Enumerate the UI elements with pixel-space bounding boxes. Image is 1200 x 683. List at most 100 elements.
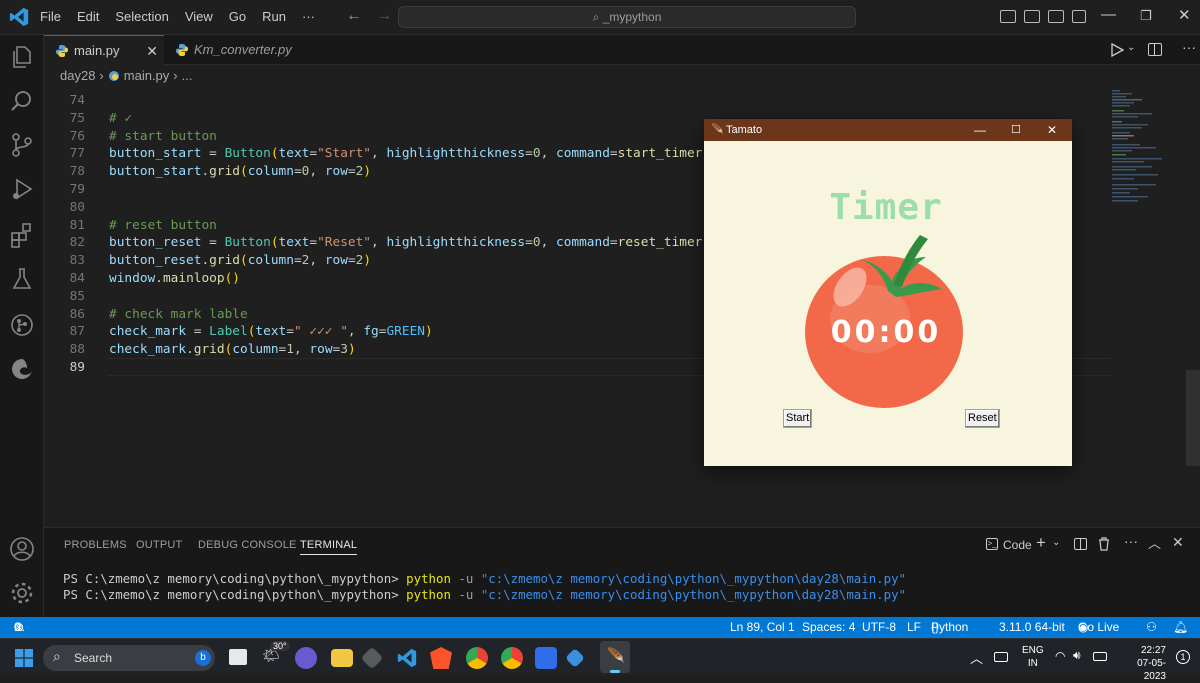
menu-run[interactable]: Run <box>262 9 286 24</box>
indentation-status[interactable]: Spaces: 4 <box>802 617 855 638</box>
windows-start-icon[interactable] <box>15 649 33 667</box>
teams-chat-icon[interactable] <box>295 647 317 669</box>
search-icon: ⌕ <box>53 648 61 664</box>
tab-terminal[interactable]: TERMINAL <box>300 539 358 555</box>
tk-minimize-icon[interactable]: — <box>974 119 986 141</box>
battery-icon[interactable] <box>1093 652 1107 661</box>
run-python-file-icon[interactable] <box>1110 43 1124 57</box>
close-tab-icon[interactable]: ✕ <box>146 36 158 66</box>
source-control-icon[interactable] <box>8 131 36 159</box>
search-text: _mypython <box>602 10 662 24</box>
keyboard-icon[interactable] <box>994 652 1008 662</box>
timer-display: 00:00 <box>830 315 942 350</box>
language-indicator[interactable]: ENG IN <box>1022 644 1044 670</box>
editor-scrollbar[interactable] <box>1186 370 1200 466</box>
testing-flask-icon[interactable] <box>8 265 36 293</box>
account-icon[interactable] <box>8 535 36 563</box>
encoding-status[interactable]: UTF-8 <box>862 617 896 638</box>
menu-more[interactable]: ··· <box>302 9 315 24</box>
terminal-dropdown-chevron-icon[interactable]: ⌄ <box>1052 537 1060 548</box>
chrome-profile-icon[interactable] <box>501 647 523 669</box>
minimize-icon[interactable]: — <box>1101 6 1116 23</box>
notification-badge[interactable]: 1 <box>1176 650 1190 664</box>
start-button[interactable]: Start <box>783 409 813 428</box>
tab-debug-console[interactable]: DEBUG CONSOLE <box>198 539 297 551</box>
reset-button[interactable]: Reset <box>965 409 1000 428</box>
explorer-icon[interactable] <box>8 43 36 71</box>
cursor-position[interactable]: Ln 89, Col 1 <box>730 617 795 638</box>
menu-selection[interactable]: Selection <box>115 9 168 24</box>
terminal-instance-label[interactable]: Code <box>1003 538 1032 552</box>
notifications-bell-icon[interactable]: 🔔︎ <box>1173 617 1188 638</box>
tk-maximize-icon[interactable]: ☐ <box>1011 119 1021 141</box>
tk-close-icon[interactable]: ✕ <box>1047 119 1057 141</box>
forward-arrow-icon[interactable]: → <box>376 7 392 25</box>
interpreter-status[interactable]: 3.11.0 64-bit <box>999 617 1065 638</box>
wifi-icon[interactable]: ◠ <box>1055 649 1065 663</box>
weather-widget[interactable]: 🌤︎ 30° <box>262 641 290 665</box>
breadcrumb-folder[interactable]: day28 <box>60 68 95 83</box>
volume-icon[interactable]: 🔊︎ <box>1073 648 1081 663</box>
tab-problems[interactable]: PROBLEMS <box>64 539 127 551</box>
toggle-primary-sidebar-icon[interactable] <box>1000 10 1016 23</box>
customize-layout-icon[interactable] <box>1072 10 1086 23</box>
clock[interactable]: 22:27 07-05-2023 <box>1116 644 1166 683</box>
show-hidden-icons-chevron-icon[interactable]: ︿ <box>970 648 983 667</box>
bing-icon: b <box>195 650 211 666</box>
tab-km-converter-py[interactable]: Km_converter.py <box>164 35 314 65</box>
command-center-search[interactable]: ⌕ _mypython <box>398 6 856 28</box>
file-explorer-icon[interactable] <box>331 649 353 667</box>
tk-taskbar-button[interactable]: 🪶 <box>600 641 630 673</box>
weather-temp: 30° <box>270 641 290 651</box>
python-file-icon <box>56 45 68 57</box>
eol-status[interactable]: LF <box>907 617 921 638</box>
terminal-line[interactable]: PS C:\zmemo\z memory\coding\python\_mypy… <box>63 587 906 602</box>
trash-icon[interactable] <box>1098 537 1110 551</box>
settings-gear-icon[interactable] <box>8 579 36 607</box>
tab-output[interactable]: OUTPUT <box>136 539 182 551</box>
app-icon-check[interactable] <box>565 648 585 668</box>
chevron-right-icon: › <box>99 68 104 83</box>
menu-bar: File Edit Selection View Go Run ··· <box>40 9 315 24</box>
split-terminal-icon[interactable] <box>1074 538 1087 550</box>
vscode-taskbar-icon[interactable] <box>396 647 418 669</box>
task-view-icon[interactable] <box>229 649 247 665</box>
toggle-panel-icon[interactable] <box>1024 10 1040 23</box>
title-bar: File Edit Selection View Go Run ··· ← → … <box>0 0 1200 35</box>
chevron-right-icon: › <box>173 68 178 83</box>
terminal-line[interactable]: PS C:\zmemo\z memory\coding\python\_mypy… <box>63 571 906 586</box>
run-debug-icon[interactable] <box>8 175 36 203</box>
tab-main-py[interactable]: main.py ✕ <box>44 35 164 65</box>
more-actions-icon[interactable]: ··· <box>1182 39 1196 55</box>
brave-browser-icon[interactable] <box>430 647 452 669</box>
maximize-panel-chevron-icon[interactable]: ︿ <box>1148 533 1161 552</box>
breadcrumb-symbol[interactable]: ... <box>182 68 193 83</box>
feather-icon: 🪶 <box>607 647 625 663</box>
taskbar-search[interactable]: ⌕ Search b <box>43 645 215 671</box>
toggle-secondary-sidebar-icon[interactable] <box>1048 10 1064 23</box>
split-editor-icon[interactable] <box>1148 43 1162 56</box>
menu-edit[interactable]: Edit <box>77 9 99 24</box>
restore-icon[interactable]: ❐ <box>1140 8 1152 24</box>
back-arrow-icon[interactable]: ← <box>346 7 362 25</box>
menu-go[interactable]: Go <box>229 9 246 24</box>
close-panel-icon[interactable]: ✕ <box>1172 534 1184 551</box>
minimap[interactable] <box>1110 88 1180 208</box>
menu-file[interactable]: File <box>40 9 61 24</box>
more-actions-icon[interactable]: ··· <box>1124 533 1138 549</box>
app-icon[interactable] <box>360 646 384 670</box>
new-terminal-icon[interactable]: + <box>1036 533 1046 553</box>
run-dropdown-chevron-icon[interactable]: ⌄ <box>1127 42 1135 53</box>
search-icon[interactable] <box>8 87 36 115</box>
feather-icon: 🪶 <box>711 124 724 135</box>
chrome-icon[interactable] <box>466 647 488 669</box>
feedback-icon[interactable]: ⚇ <box>1146 617 1157 638</box>
edge-devtools-icon[interactable] <box>8 355 36 383</box>
breadcrumb-file[interactable]: main.py <box>124 68 170 83</box>
extensions-icon[interactable] <box>8 221 36 249</box>
menu-view[interactable]: View <box>185 9 213 24</box>
app-icon-blue[interactable] <box>535 647 557 669</box>
tk-window-title: Tamato <box>726 124 763 136</box>
close-window-icon[interactable]: ✕ <box>1178 6 1191 24</box>
git-graph-icon[interactable] <box>8 311 36 339</box>
